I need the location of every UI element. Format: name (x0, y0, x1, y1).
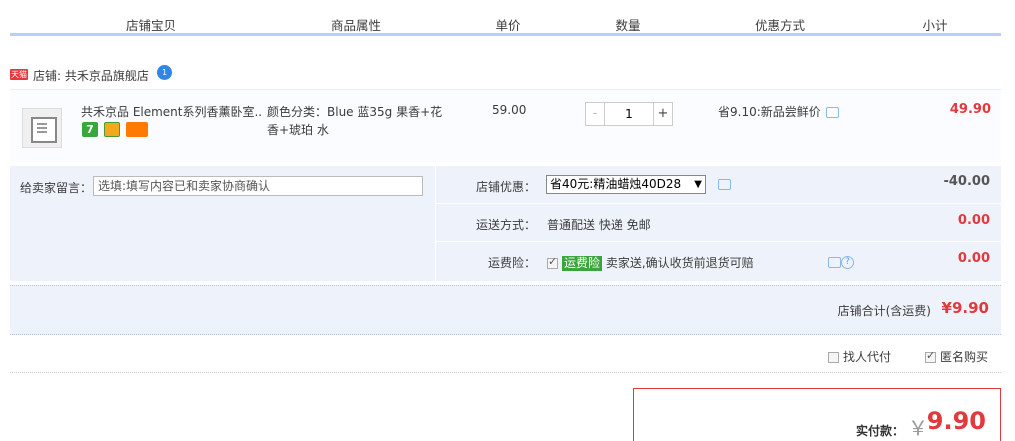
seller-message-input[interactable]: 选填:填写内容已和卖家协商确认 (93, 176, 423, 196)
anonymous-option[interactable]: 匿名购买 (925, 348, 988, 365)
qty-minus-button[interactable]: - (585, 102, 605, 126)
comment-icon[interactable] (825, 107, 839, 118)
product-thumbnail[interactable] (22, 108, 62, 148)
item-subtotal: 49.90 (949, 102, 991, 117)
anonymous-checkbox[interactable] (925, 349, 936, 363)
shipping-value: 普通配送 快递 免邮 (547, 218, 651, 232)
col-promo: 优惠方式 (754, 18, 806, 33)
col-attrs: 商品属性 (330, 18, 382, 33)
wangwang-chat-icon[interactable]: 1 (157, 65, 172, 80)
shop-discount-select[interactable]: 省40元:精油蜡烛40D28 ▼ (546, 175, 706, 194)
service-badges: 7 (82, 122, 150, 137)
shop-name-link[interactable]: 店铺: 共禾京品旗舰店 (33, 67, 149, 84)
promo-method: 省9.10:新品尝鲜价 (718, 103, 839, 120)
proxy-pay-checkbox[interactable] (828, 352, 839, 363)
order-confirm-page: 店铺宝贝 商品属性 单价 数量 优惠方式 小计 天猫 店铺: 共禾京品旗舰店 1… (0, 0, 1015, 441)
proxy-pay-option[interactable]: 找人代付 (828, 348, 891, 365)
qty-plus-button[interactable]: + (653, 102, 673, 126)
unit-price: 59.00 (492, 103, 527, 117)
seven-day-return-icon[interactable]: 7 (82, 122, 98, 137)
extras-right: 店铺优惠： 省40元:精油蜡烛40D28 ▼ -40.00 运送方式： 普通配送… (435, 166, 1002, 281)
insurance-label: 运费险： (487, 256, 536, 270)
product-title-link[interactable]: 共禾京品 Element系列香薰卧室... (81, 103, 261, 120)
product-attributes: 颜色分类：Blue 蓝35g 果香+花香+琥珀 水 (267, 105, 443, 137)
comment-icon[interactable] (718, 179, 731, 190)
insurance-tag: 运费险 (562, 256, 603, 271)
pay-currency: ￥ (908, 416, 928, 440)
col-subtotal: 小计 (922, 18, 948, 33)
order-extras: 给卖家留言： 选填:填写内容已和卖家协商确认 店铺优惠： 省40元:精油蜡烛40… (10, 166, 1002, 281)
credit-card-icon[interactable] (125, 122, 148, 137)
table-header: 店铺宝贝 商品属性 单价 数量 优惠方式 小计 (10, 0, 1001, 36)
shop-discount-amount: -40.00 (943, 174, 990, 189)
col-shop-item: 店铺宝贝 (125, 18, 177, 33)
shop-total-label: 店铺合计(含运费) (837, 304, 931, 318)
payment-summary: 实付款： ￥ 9.90 (633, 388, 1001, 441)
insurance-amount: 0.00 (957, 251, 990, 266)
chevron-down-icon: ▼ (694, 179, 702, 190)
qty-input[interactable]: 1 (605, 102, 653, 126)
shop-total-row: 店铺合计(含运费) ¥9.90 (10, 285, 1001, 335)
insurance-value: 运费险 卖家送,确认收货前退货可赔 (547, 254, 754, 271)
tmall-badge: 天猫 (10, 69, 28, 80)
quantity-stepper: - 1 + (585, 102, 673, 126)
comment-icon[interactable] (828, 257, 841, 268)
col-price: 单价 (495, 18, 521, 33)
shipping-amount: 0.00 (957, 213, 990, 228)
insurance-text: 卖家送,确认收货前退货可赔 (605, 256, 754, 270)
shop-total-value: ¥9.90 (941, 299, 989, 317)
insurance-row: 运费险： 运费险 卖家送,确认收货前退货可赔 ? 0.00 (436, 242, 1002, 280)
pay-label: 实付款： (855, 424, 904, 438)
promo-text: 省9.10:新品尝鲜价 (718, 105, 821, 119)
proxy-pay-label: 找人代付 (843, 350, 892, 364)
shop-discount-row: 店铺优惠： 省40元:精油蜡烛40D28 ▼ -40.00 (436, 166, 1002, 204)
order-options: 找人代付 匿名购买 (10, 340, 1001, 373)
insurance-help: ? (828, 255, 854, 269)
shop-discount-label: 店铺优惠： (475, 180, 536, 194)
anonymous-label: 匿名购买 (940, 350, 989, 364)
shipping-row: 运送方式： 普通配送 快递 免邮 0.00 (436, 204, 1002, 242)
col-qty: 数量 (615, 18, 641, 33)
insurance-checkbox[interactable] (547, 255, 558, 269)
shipping-label: 运送方式： (475, 218, 536, 232)
message-label: 给卖家留言： (20, 181, 93, 195)
cart-item-row: 共禾京品 Element系列香薰卧室... 7 颜色分类：Blue 蓝35g 果… (10, 89, 1001, 162)
help-icon[interactable]: ? (841, 256, 854, 269)
guarantee-icon[interactable] (103, 122, 120, 137)
shop-discount-value: 省40元:精油蜡烛40D28 (550, 177, 682, 191)
pay-amount: 9.90 (926, 407, 986, 435)
